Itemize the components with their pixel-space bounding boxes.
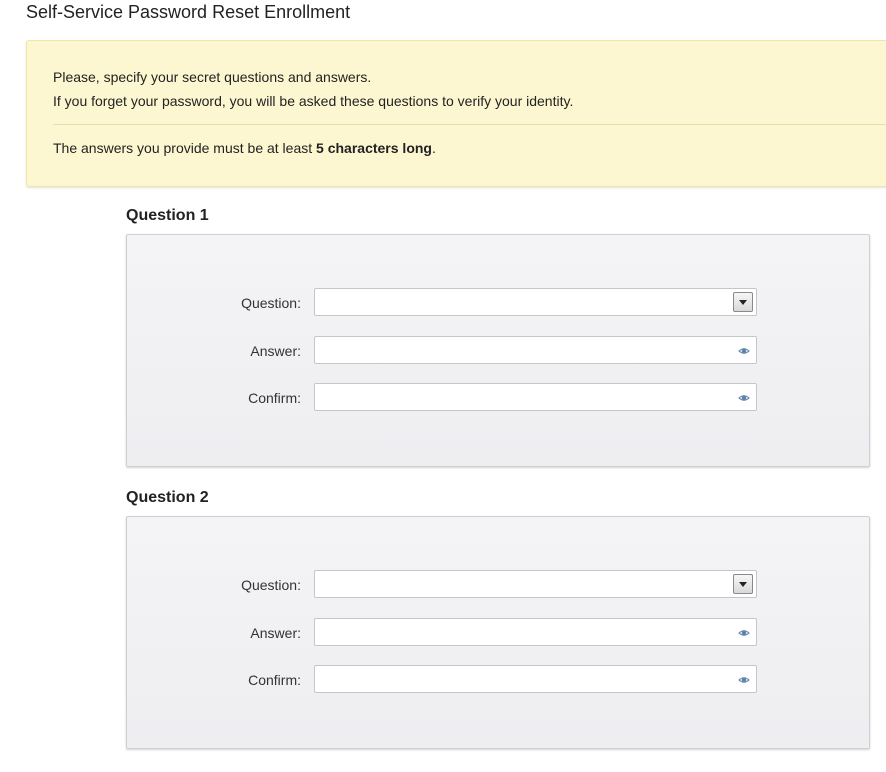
question-1-panel: Question: Answer: Confirm: (126, 234, 870, 467)
info-line-3-prefix: The answers you provide must be at least (53, 140, 317, 156)
eye-icon[interactable] (738, 345, 750, 357)
info-line-2: If you forget your password, you will be… (53, 93, 574, 109)
question-2-confirm-label: Confirm: (248, 672, 301, 688)
question-2-answer-label: Answer: (250, 625, 301, 641)
question-1-question-label: Question: (241, 295, 301, 311)
eye-icon[interactable] (738, 674, 750, 686)
question-1-question-select[interactable] (314, 288, 757, 316)
info-line-3: The answers you provide must be at least… (53, 140, 436, 156)
question-2-answer-field[interactable] (314, 618, 757, 646)
question-1-answer-label: Answer: (250, 343, 301, 359)
question-1-confirm-label: Confirm: (248, 390, 301, 406)
question-1-answer-field[interactable] (314, 336, 757, 364)
question-2-question-label: Question: (241, 577, 301, 593)
eye-icon[interactable] (738, 627, 750, 639)
chevron-down-icon[interactable] (733, 574, 753, 594)
question-2-question-select[interactable] (314, 570, 757, 598)
question-2-confirm-field[interactable] (314, 665, 757, 693)
info-line-3-suffix: . (431, 140, 436, 156)
info-box: Please, specify your secret questions an… (26, 40, 886, 187)
info-line-1: Please, specify your secret questions an… (53, 69, 372, 85)
info-divider (53, 124, 886, 125)
chevron-down-icon[interactable] (733, 292, 753, 312)
question-2-heading: Question 2 (126, 489, 209, 506)
question-1-confirm-field[interactable] (314, 383, 757, 411)
page-title: Self-Service Password Reset Enrollment (26, 2, 351, 22)
question-2-panel: Question: Answer: Confirm: (126, 516, 870, 749)
question-1-heading: Question 1 (126, 207, 209, 224)
info-line-3-bold: 5 characters long (316, 140, 432, 156)
eye-icon[interactable] (738, 392, 750, 404)
